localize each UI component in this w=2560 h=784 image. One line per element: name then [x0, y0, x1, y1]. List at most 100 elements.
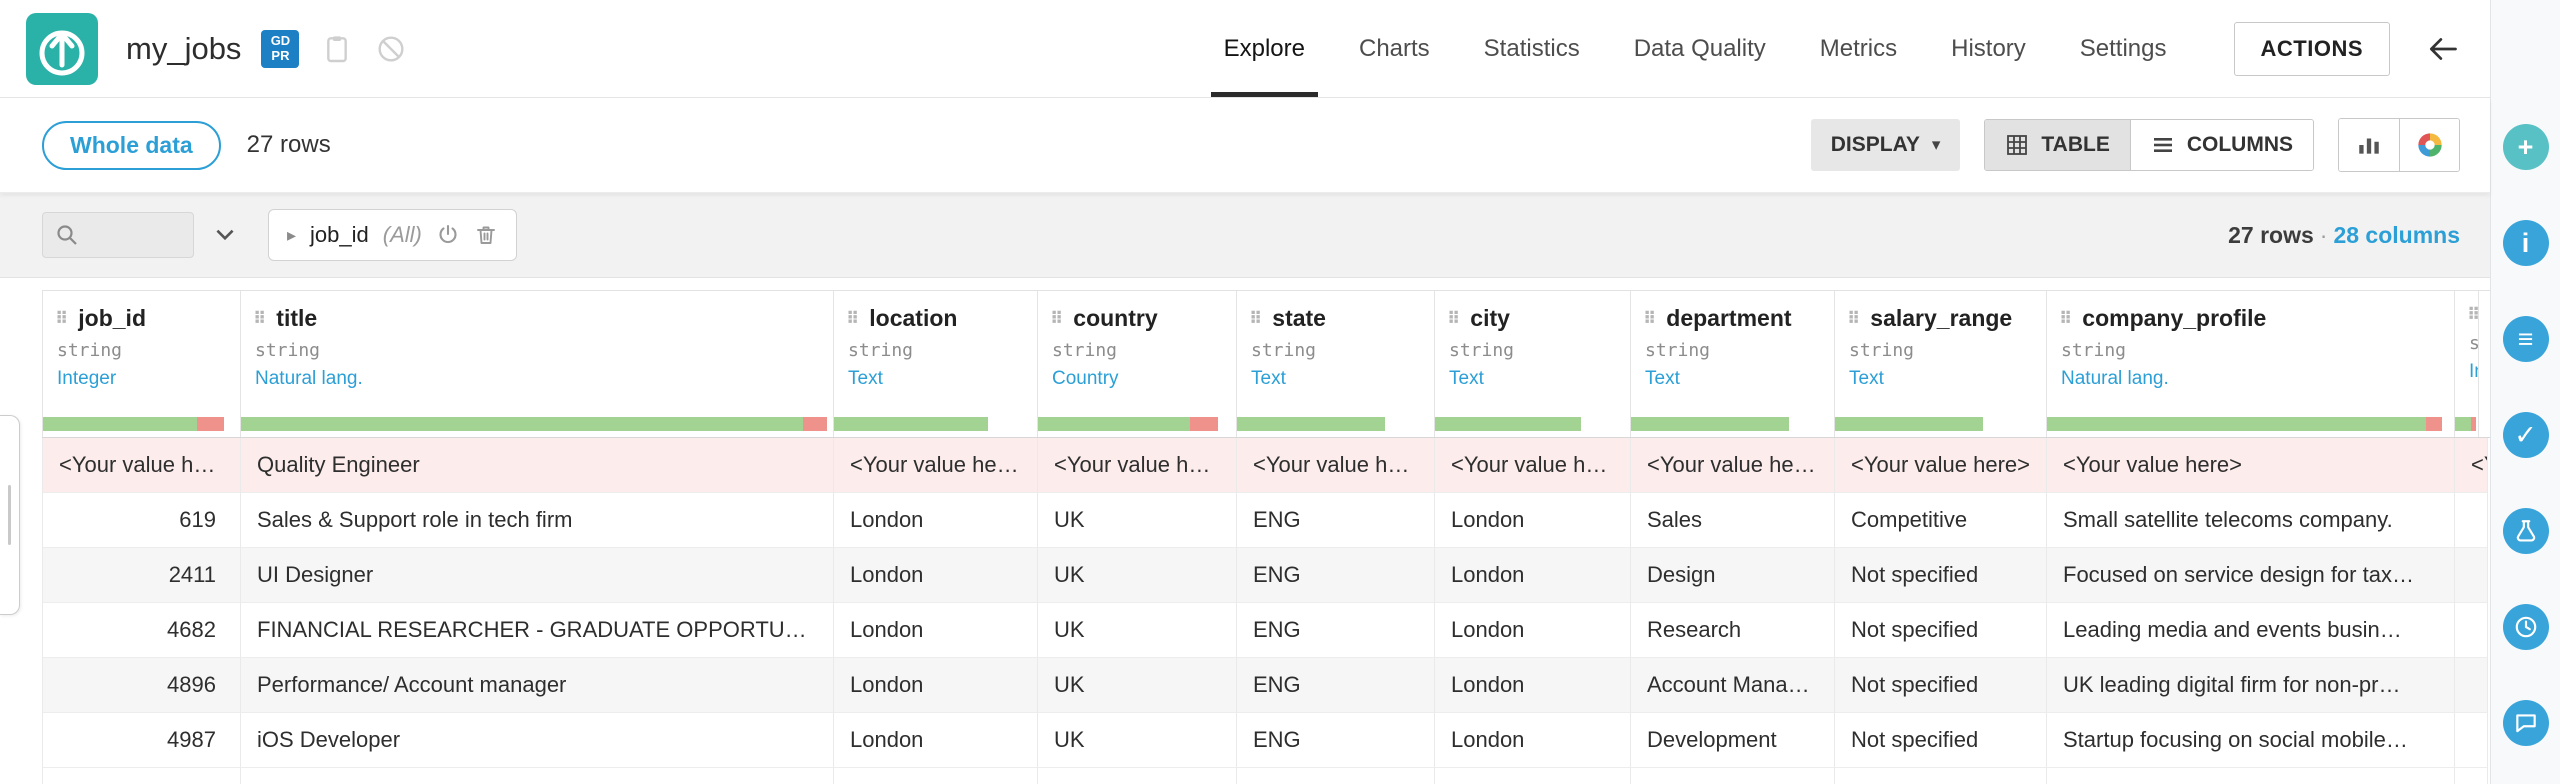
cell-state[interactable]: ENG — [1237, 603, 1435, 658]
drag-handle-icon[interactable]: ⠿ — [846, 309, 859, 329]
filters-chevron-button[interactable] — [212, 222, 238, 248]
drag-handle-icon[interactable]: ⠿ — [1447, 309, 1460, 329]
left-panel-handle[interactable] — [0, 415, 20, 615]
cell-job-id[interactable]: 4896 — [42, 658, 241, 713]
drag-handle-icon[interactable]: ⠿ — [1643, 309, 1656, 329]
drag-handle-icon[interactable]: ⠿ — [253, 309, 266, 329]
cell-location[interactable]: London — [834, 548, 1038, 603]
cell-state[interactable]: ENG — [1237, 548, 1435, 603]
check-icon[interactable]: ✓ — [2502, 412, 2549, 458]
drag-handle-icon[interactable]: ⠿ — [1050, 309, 1063, 329]
collapse-panel-arrow-icon[interactable] — [2424, 31, 2460, 67]
cell-company-profile[interactable]: Small satellite telecoms company. — [2047, 493, 2455, 548]
cell-country[interactable]: UK — [1038, 548, 1237, 603]
column-meaning-link[interactable]: Integer — [57, 368, 240, 390]
cell-title[interactable]: FINANCIAL RESEARCHER - GRADUATE OPPORTUN… — [241, 603, 834, 658]
column-header-country[interactable]: ⠿ country string Country — [1038, 291, 1237, 437]
cell-salary-range[interactable]: <Your value here> — [1835, 438, 2047, 493]
analyze-charts-button[interactable] — [2339, 119, 2399, 171]
cell-location[interactable]: London — [834, 603, 1038, 658]
trash-icon[interactable] — [474, 223, 498, 247]
cell-partial[interactable] — [2455, 603, 2488, 658]
column-meaning-link[interactable]: Integer — [2469, 361, 2478, 383]
filter-chip-job-id[interactable]: ▸ job_id (All) — [268, 209, 517, 261]
cell-company-profile[interactable]: Startup focusing on social mobile… — [2047, 713, 2455, 768]
column-header-department[interactable]: ⠿ department string Text — [1631, 291, 1835, 437]
column-header-city[interactable]: ⠿ city string Text — [1435, 291, 1631, 437]
cell-job-id[interactable]: 4682 — [42, 603, 241, 658]
column-header-company-profile[interactable]: ⠿ company_profile string Natural lang. — [2047, 291, 2455, 437]
sample-whole-data-button[interactable]: Whole data — [42, 120, 221, 170]
clock-icon[interactable] — [2502, 604, 2549, 650]
cell-title[interactable]: Sales & Support role in tech firm — [241, 493, 834, 548]
tab-statistics[interactable]: Statistics — [1457, 0, 1607, 97]
cell-country[interactable]: UK — [1038, 603, 1237, 658]
cell-department[interactable]: Sales — [1631, 493, 1835, 548]
actions-button[interactable]: ACTIONS — [2233, 21, 2390, 76]
tab-history[interactable]: History — [1924, 0, 2053, 97]
power-icon[interactable] — [436, 223, 460, 247]
column-header-state[interactable]: ⠿ state string Text — [1237, 291, 1435, 437]
table-view-button[interactable]: TABLE — [1985, 120, 2130, 170]
column-header-title[interactable]: ⠿ title string Natural lang. — [241, 291, 834, 437]
cell-location[interactable]: London — [834, 713, 1038, 768]
color-palette-button[interactable] — [2399, 119, 2459, 171]
cell-title[interactable]: iOS Developer — [241, 713, 834, 768]
column-meaning-link[interactable]: Text — [1849, 368, 2046, 390]
cell-city[interactable]: London — [1435, 493, 1631, 548]
columns-view-button[interactable]: COLUMNS — [2129, 120, 2313, 170]
column-meaning-link[interactable]: Text — [848, 368, 1037, 390]
cell-department[interactable]: Development — [1631, 713, 1835, 768]
drag-handle-icon[interactable]: ⠿ — [55, 309, 68, 329]
cell-city[interactable]: London — [1435, 658, 1631, 713]
cell-job-id[interactable]: 619 — [42, 493, 241, 548]
search-input[interactable] — [42, 212, 194, 258]
tab-settings[interactable]: Settings — [2053, 0, 2194, 97]
cell-country[interactable]: UK — [1038, 713, 1237, 768]
cell-salary-range[interactable]: Not specified — [1835, 658, 2047, 713]
drag-handle-icon[interactable]: ⠿ — [1249, 309, 1262, 329]
cell-title[interactable]: UI Designer — [241, 548, 834, 603]
cell-company-profile[interactable]: UK leading digital firm for non-pr… — [2047, 658, 2455, 713]
cell-salary-range[interactable]: Not specified — [1835, 548, 2047, 603]
cell-job-id[interactable]: 4987 — [42, 713, 241, 768]
cell-department[interactable]: Research — [1631, 603, 1835, 658]
cell-partial[interactable] — [2455, 658, 2488, 713]
cell-company-profile[interactable]: Focused on service design for tax… — [2047, 548, 2455, 603]
column-header-location[interactable]: ⠿ location string Text — [834, 291, 1038, 437]
column-header-salary-range[interactable]: ⠿ salary_range string Text — [1835, 291, 2047, 437]
cell-state[interactable]: ENG — [1237, 493, 1435, 548]
tab-charts[interactable]: Charts — [1332, 0, 1457, 97]
cell-title[interactable]: Performance/ Account manager — [241, 658, 834, 713]
flask-icon[interactable] — [2502, 508, 2549, 554]
cell-partial[interactable] — [2455, 493, 2488, 548]
cell-state[interactable]: ENG — [1237, 658, 1435, 713]
plus-icon[interactable]: + — [2502, 124, 2549, 170]
cell-department[interactable]: Design — [1631, 548, 1835, 603]
cell-job-id[interactable]: 2411 — [42, 548, 241, 603]
column-meaning-link[interactable]: Text — [1251, 368, 1434, 390]
cell-city[interactable]: London — [1435, 603, 1631, 658]
list-icon[interactable]: ≡ — [2502, 316, 2549, 362]
cell-city[interactable]: London — [1435, 548, 1631, 603]
cell-country[interactable]: <Your value here> — [1038, 438, 1237, 493]
column-meaning-link[interactable]: Country — [1052, 368, 1236, 390]
cell-state[interactable]: ENG — [1237, 713, 1435, 768]
cell-company-profile[interactable]: Leading media and events busin… — [2047, 603, 2455, 658]
cell-title[interactable]: Quality Engineer — [241, 438, 834, 493]
cell-department[interactable]: <Your value here> — [1631, 438, 1835, 493]
tab-data-quality[interactable]: Data Quality — [1607, 0, 1793, 97]
summary-columns-link[interactable]: 28 columns — [2333, 222, 2460, 248]
drag-handle-icon[interactable]: ⠿ — [2059, 309, 2072, 329]
cell-state[interactable]: <Your value here> — [1237, 438, 1435, 493]
column-meaning-link[interactable]: Natural lang. — [255, 368, 833, 390]
tab-explore[interactable]: Explore — [1197, 0, 1332, 97]
cell-location[interactable]: <Your value here> — [834, 438, 1038, 493]
drag-handle-icon[interactable]: ⠿ — [2467, 305, 2478, 325]
tab-metrics[interactable]: Metrics — [1793, 0, 1924, 97]
cell-department[interactable]: Account Mana… — [1631, 658, 1835, 713]
cell-partial[interactable] — [2455, 713, 2488, 768]
cell-city[interactable]: London — [1435, 713, 1631, 768]
column-meaning-link[interactable]: Text — [1645, 368, 1834, 390]
cell-partial[interactable] — [2455, 548, 2488, 603]
